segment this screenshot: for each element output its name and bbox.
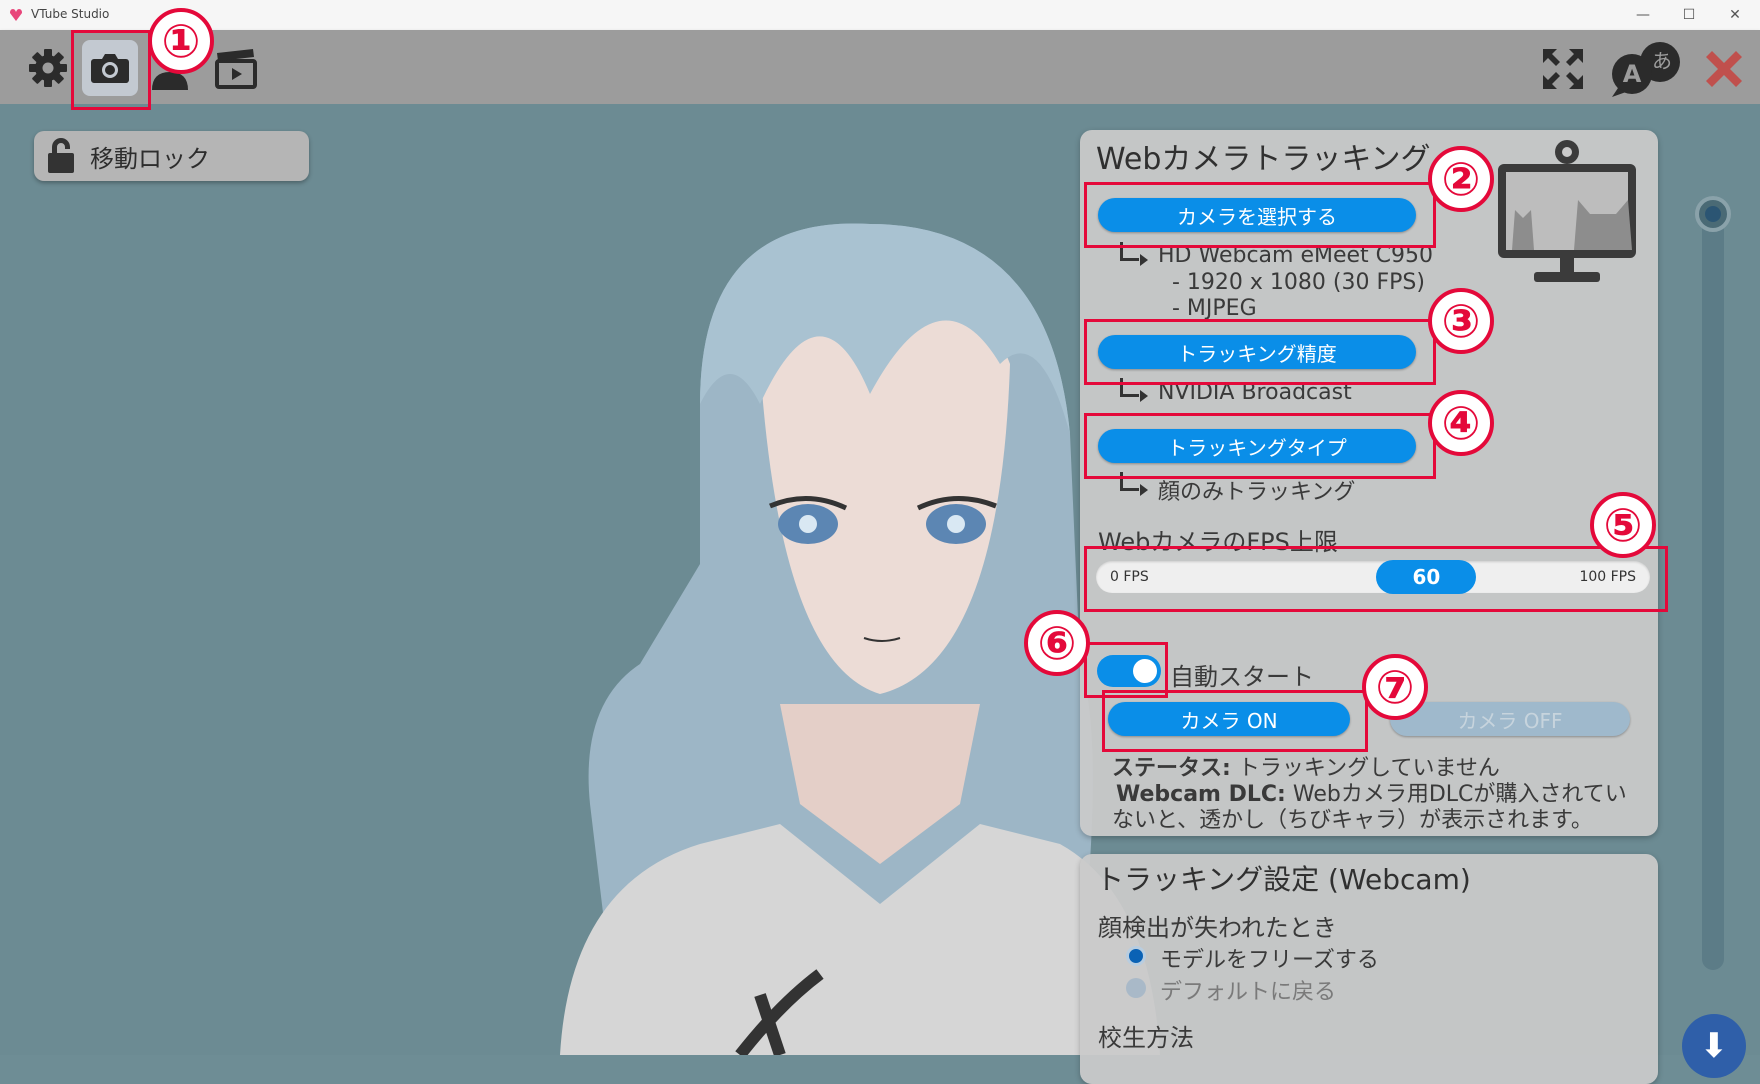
camera-off-button[interactable]: カメラ OFF — [1390, 702, 1630, 736]
highlight-box-1 — [71, 30, 151, 110]
webcam-monitor-icon — [1498, 140, 1636, 282]
vertical-scrollbar[interactable] — [1695, 196, 1731, 970]
language-icon[interactable]: A あ — [1608, 40, 1682, 98]
move-lock-label: 移動ロック — [90, 144, 210, 173]
highlight-box-3 — [1084, 319, 1436, 385]
scrollbar-thumb[interactable] — [1695, 196, 1731, 232]
badge-5: ⑤ — [1590, 492, 1656, 558]
camera-format: - MJPEG — [1172, 296, 1257, 321]
freeze-option-label: モデルをフリーズする — [1160, 948, 1379, 973]
badge-2: ② — [1428, 146, 1494, 212]
face-lost-title: 顔検出が失われたとき — [1098, 914, 1337, 942]
camera-resolution: - 1920 x 1080 (30 FPS) — [1172, 270, 1425, 295]
title-bar: VTube Studio — ☐ ✕ — [0, 0, 1760, 31]
top-toolbar: A あ — [0, 30, 1760, 104]
expand-icon[interactable] — [1540, 46, 1586, 92]
lock-icon — [48, 138, 74, 173]
default-option-label: デフォルトに戻る — [1160, 980, 1337, 1005]
highlight-box-7 — [1102, 690, 1368, 752]
language-glyph-b: あ — [1652, 49, 1672, 73]
dlc-text-2: ないと、透かし（ちびキャラ）が表示されます。 — [1112, 808, 1593, 833]
tracking-settings-title: トラッキング設定 (Webcam) — [1096, 863, 1471, 896]
maximize-button[interactable]: ☐ — [1666, 2, 1712, 28]
badge-1: ① — [148, 8, 214, 74]
freeze-radio[interactable] — [1126, 946, 1146, 966]
badge-7: ⑦ — [1362, 654, 1428, 720]
window-close-button[interactable]: ✕ — [1712, 2, 1758, 28]
gear-icon[interactable] — [26, 46, 70, 90]
calibration-title: 校生方法 — [1098, 1024, 1194, 1052]
language-glyph-a: A — [1623, 60, 1642, 88]
move-lock-button[interactable]: 移動ロック — [34, 131, 309, 181]
clapperboard-icon[interactable] — [212, 44, 260, 92]
badge-6: ⑥ — [1024, 610, 1090, 676]
autostart-label: 自動スタート — [1170, 663, 1314, 691]
window-title: VTube Studio — [31, 7, 110, 21]
highlight-box-2 — [1084, 182, 1436, 248]
default-radio[interactable] — [1126, 978, 1146, 998]
arrow-down-icon: ⬇ — [1699, 1026, 1729, 1066]
highlight-box-5 — [1084, 546, 1668, 612]
webcam-panel-title: Webカメラトラッキング — [1096, 142, 1431, 177]
badge-3: ③ — [1428, 288, 1494, 354]
highlight-box-4 — [1084, 413, 1436, 479]
app-logo-icon — [10, 9, 22, 21]
badge-4: ④ — [1428, 390, 1494, 456]
scroll-down-button[interactable]: ⬇ — [1682, 1014, 1746, 1078]
minimize-button[interactable]: — — [1620, 2, 1666, 28]
close-icon[interactable] — [1700, 46, 1748, 92]
